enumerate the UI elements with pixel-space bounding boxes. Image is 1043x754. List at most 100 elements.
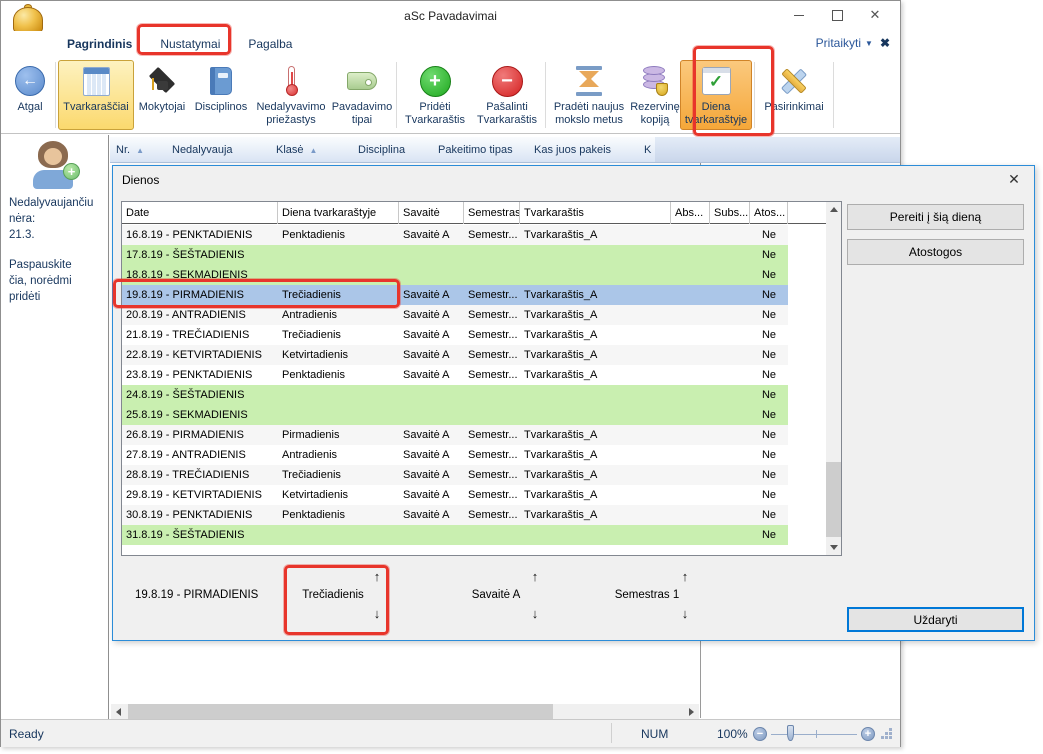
cell-week: Savaitė A <box>399 345 464 365</box>
customize-label[interactable]: Pritaikyti <box>816 36 861 50</box>
column-nr[interactable]: Nr.▲ <box>110 144 166 156</box>
cell-abs <box>671 225 710 245</box>
zoom-slider-track[interactable] <box>771 734 857 735</box>
close-dialog-button[interactable]: Uždaryti <box>847 607 1024 632</box>
annotation-day-spinner <box>284 565 389 635</box>
table-row[interactable]: 22.8.19 - KETVIRTADIENISKetvirtadienisSa… <box>122 345 788 365</box>
table-row[interactable]: 30.8.19 - PENKTADIENISPenktadienisSavait… <box>122 505 788 525</box>
horizontal-scrollbar-thumb[interactable] <box>128 704 553 719</box>
column-week[interactable]: Savaitė <box>399 202 464 224</box>
cell-subs <box>710 485 750 505</box>
scroll-down-icon[interactable] <box>826 540 841 555</box>
subjects-button[interactable]: Disciplinos <box>190 60 252 130</box>
cell-day: Trečiadienis <box>278 325 399 345</box>
days-table-header: Date Diena tvarkaraštyje Savaitė Semestr… <box>122 202 826 224</box>
cell-atos: Ne <box>750 485 788 505</box>
holidays-button[interactable]: Atostogos <box>847 239 1024 265</box>
column-klase[interactable]: Klasė▲ <box>270 144 352 156</box>
cell-subs <box>710 405 750 425</box>
cell-week <box>399 265 464 285</box>
goto-day-button[interactable]: Pereiti į šią dieną <box>847 204 1024 230</box>
scroll-up-icon[interactable] <box>826 202 841 217</box>
cell-tt: Tvarkaraštis_A <box>520 345 671 365</box>
absence-reasons-button[interactable]: Nedalyvavimo priežastys <box>252 60 330 130</box>
week-spinner-value: Savaitė A <box>461 589 531 601</box>
table-row[interactable]: 27.8.19 - ANTRADIENISAntradienisSavaitė … <box>122 445 788 465</box>
column-atos[interactable]: Atos... <box>750 202 788 224</box>
horizontal-scrollbar[interactable] <box>111 704 699 719</box>
zoom-out-icon[interactable]: − <box>753 727 767 741</box>
zoom-slider-thumb[interactable] <box>787 725 794 741</box>
back-icon: ← <box>15 66 45 96</box>
column-abs[interactable]: Abs... <box>671 202 710 224</box>
week-down-arrow-icon[interactable]: ↓ <box>527 606 543 621</box>
cell-sem <box>464 245 520 265</box>
add-absent-person-icon[interactable]: + <box>29 141 77 189</box>
scroll-right-icon[interactable] <box>684 704 699 719</box>
column-subs[interactable]: Subs... <box>710 202 750 224</box>
days-table: Date Diena tvarkaraštyje Savaitė Semestr… <box>121 201 842 556</box>
days-table-body: 16.8.19 - PENKTADIENISPenktadienisSavait… <box>122 225 826 555</box>
column-nedalyvauja[interactable]: Nedalyvauja <box>166 144 270 156</box>
teachers-button[interactable]: Mokytojai <box>134 60 190 130</box>
back-button[interactable]: ← Atgal <box>7 60 53 130</box>
semester-up-arrow-icon[interactable]: ↑ <box>677 569 693 584</box>
cell-abs <box>671 265 710 285</box>
cell-week: Savaitė A <box>399 425 464 445</box>
maximize-icon[interactable] <box>818 1 856 29</box>
table-row[interactable]: 28.8.19 - TREČIADIENISTrečiadienisSavait… <box>122 465 788 485</box>
customize-close-icon[interactable]: ✖ <box>880 36 890 50</box>
column-day-in-timetable[interactable]: Diena tvarkaraštyje <box>278 202 399 224</box>
close-icon[interactable]: ✕ <box>856 1 894 29</box>
resize-grip-icon[interactable] <box>881 728 894 741</box>
cell-abs <box>671 505 710 525</box>
column-timetable[interactable]: Tvarkaraštis <box>520 202 671 224</box>
annotation-selected-row <box>113 279 400 308</box>
table-row[interactable]: 23.8.19 - PENKTADIENISPenktadienisSavait… <box>122 365 788 385</box>
scroll-left-icon[interactable] <box>111 704 126 719</box>
cell-tt <box>520 525 671 545</box>
table-row[interactable]: 31.8.19 - ŠEŠTADIENISNe <box>122 525 788 545</box>
table-row[interactable]: 26.8.19 - PIRMADIENISPirmadienisSavaitė … <box>122 425 788 445</box>
table-row[interactable]: 29.8.19 - KETVIRTADIENISKetvirtadienisSa… <box>122 485 788 505</box>
column-semester[interactable]: Semestras <box>464 202 520 224</box>
dialog-title: Dienos <box>122 173 159 187</box>
ribbon-separator <box>55 62 56 128</box>
substitution-types-button[interactable]: Pavadavimo tipai <box>330 60 394 130</box>
cell-date: 27.8.19 - ANTRADIENIS <box>122 445 278 465</box>
cell-atos: Ne <box>750 405 788 425</box>
dialog-close-icon[interactable]: ✕ <box>1004 171 1024 188</box>
tab-pagalba[interactable]: Pagalba <box>234 33 306 55</box>
column-pakeitimo-tipas[interactable]: Pakeitimo tipas <box>432 144 528 156</box>
column-disciplina[interactable]: Disciplina <box>352 144 432 156</box>
new-school-year-button[interactable]: Pradėti naujus mokslo metus <box>548 60 630 130</box>
column-date[interactable]: Date <box>122 202 278 224</box>
cell-sem: Semestr... <box>464 505 520 525</box>
add-timetable-button[interactable]: + Pridėti Tvarkaraštis <box>399 60 471 130</box>
table-row[interactable]: 24.8.19 - ŠEŠTADIENISNe <box>122 385 788 405</box>
table-row[interactable]: 20.8.19 - ANTRADIENISAntradienisSavaitė … <box>122 305 788 325</box>
table-row[interactable]: 21.8.19 - TREČIADIENISTrečiadienisSavait… <box>122 325 788 345</box>
minimize-icon[interactable] <box>780 1 818 29</box>
cell-sem: Semestr... <box>464 425 520 445</box>
table-row[interactable]: 25.8.19 - SEKMADIENISNe <box>122 405 788 425</box>
cell-sem: Semestr... <box>464 285 520 305</box>
chevron-down-icon[interactable]: ▼ <box>865 39 873 48</box>
cell-tt: Tvarkaraštis_A <box>520 445 671 465</box>
add-absent-hint-text[interactable]: Paspauskite čia, norėdmi pridėti <box>9 257 72 305</box>
week-up-arrow-icon[interactable]: ↑ <box>527 569 543 584</box>
column-k[interactable]: K <box>638 144 651 156</box>
semester-down-arrow-icon[interactable]: ↓ <box>677 606 693 621</box>
vertical-scrollbar[interactable] <box>826 202 841 555</box>
timetables-button[interactable]: Tvarkaraščiai <box>58 60 134 130</box>
table-row[interactable]: 17.8.19 - ŠEŠTADIENISNe <box>122 245 788 265</box>
table-row[interactable]: 16.8.19 - PENKTADIENISPenktadienisSavait… <box>122 225 788 245</box>
remove-timetable-button[interactable]: − Pašalinti Tvarkaraštis <box>471 60 543 130</box>
column-kas-juos-pakeis[interactable]: Kas juos pakeis <box>528 144 638 156</box>
cell-tt: Tvarkaraštis_A <box>520 305 671 325</box>
vertical-scrollbar-thumb[interactable] <box>826 462 841 537</box>
backup-button[interactable]: Rezervinę kopiją <box>630 60 680 130</box>
cell-atos: Ne <box>750 325 788 345</box>
zoom-in-icon[interactable]: + <box>861 727 875 741</box>
tab-pagrindinis[interactable]: Pagrindinis <box>53 33 146 55</box>
